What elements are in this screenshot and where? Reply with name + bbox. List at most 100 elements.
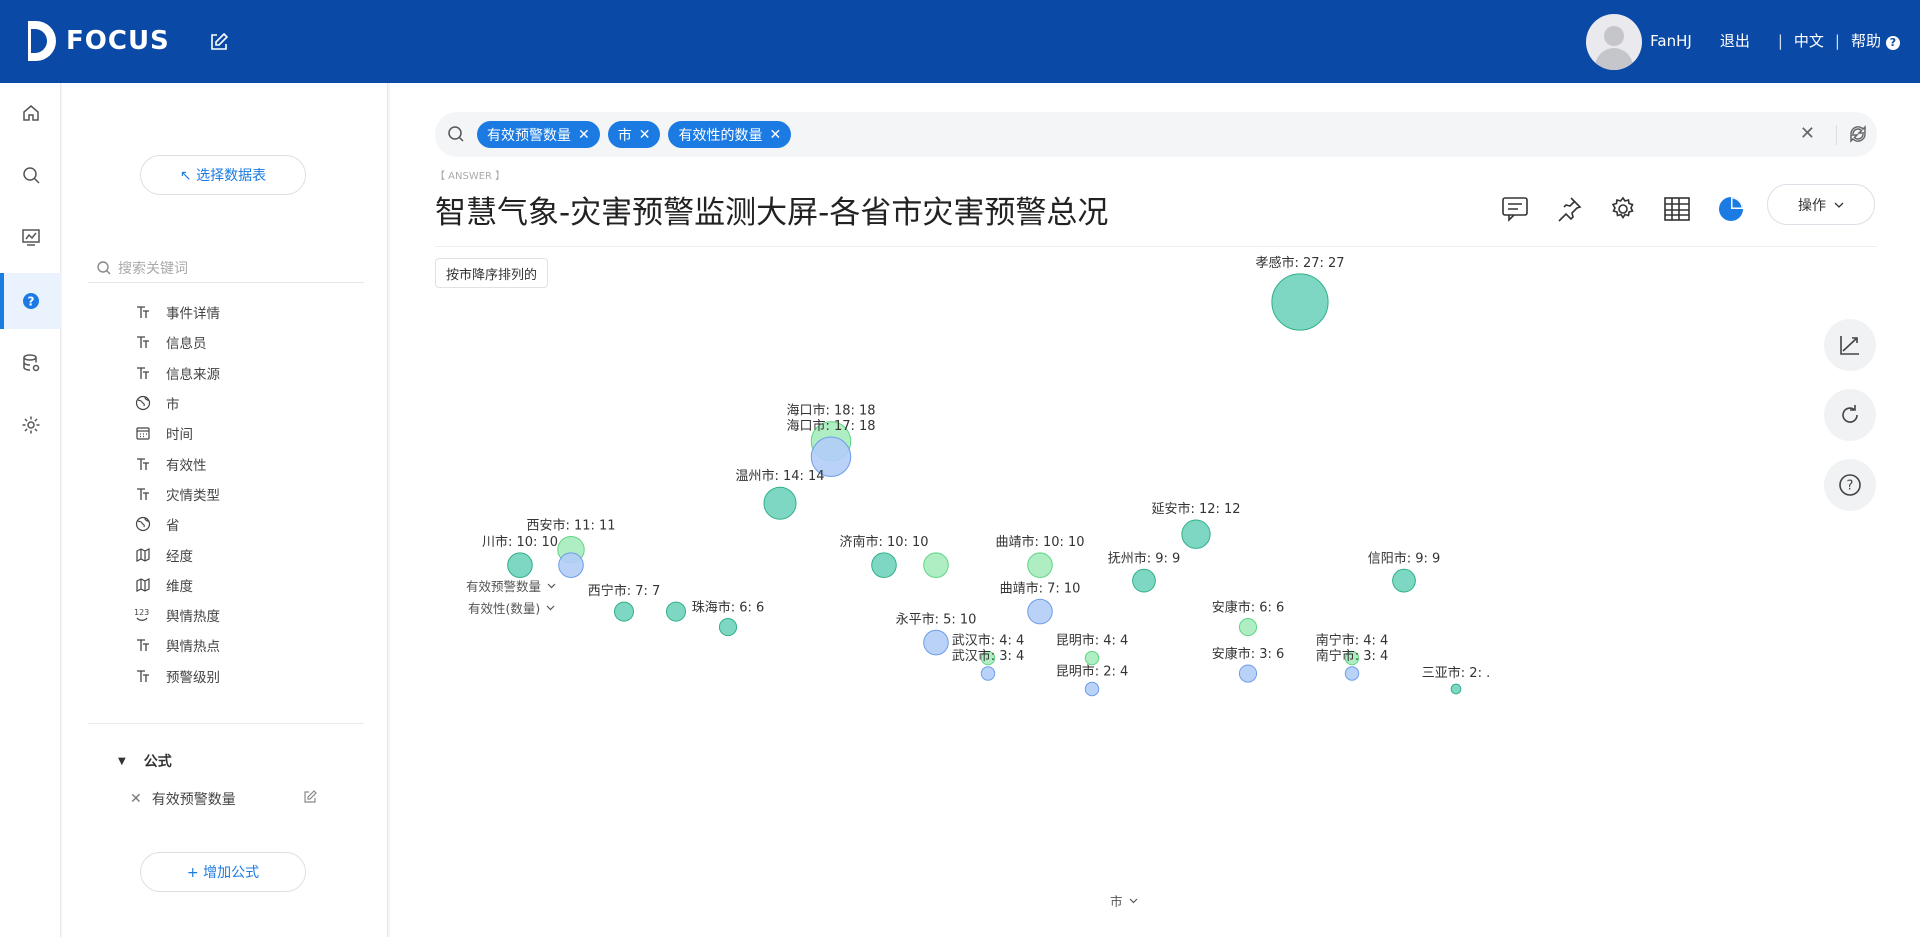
formula-item[interactable]: ✕ 有效预警数量 xyxy=(130,789,390,809)
chevron-down-icon xyxy=(1129,898,1137,903)
data-label: 安康市: 6: 6 xyxy=(1212,600,1285,616)
logo-mark-icon xyxy=(22,21,56,61)
scatter-point[interactable] xyxy=(763,486,797,520)
data-label: 西宁市: 7: 7 xyxy=(588,583,661,599)
nav-question[interactable]: ? xyxy=(0,273,61,329)
scatter-point[interactable] xyxy=(923,552,949,578)
divider xyxy=(88,723,364,724)
field-label: 省 xyxy=(166,518,180,535)
scatter-point[interactable] xyxy=(980,666,996,681)
main-area: 有效预警数量 ✕ 市 ✕ 有效性的数量 ✕ ✕ 【 ANSWER 】 智慧气象-灾害预… xyxy=(390,83,1920,937)
field-label: 维度 xyxy=(166,578,193,595)
scatter-point[interactable] xyxy=(718,618,738,637)
field-item[interactable]: 事件详情 xyxy=(132,305,372,327)
rotate-button[interactable] xyxy=(1824,389,1876,441)
scatter-point[interactable] xyxy=(871,552,897,578)
scatter-point[interactable] xyxy=(923,629,949,656)
scatter-point[interactable] xyxy=(613,601,635,622)
logo-text: FOCUS xyxy=(66,26,170,56)
x-axis-selector[interactable]: 市 xyxy=(1110,891,1138,910)
scatter-point[interactable] xyxy=(1344,666,1360,681)
field-item[interactable]: 信息来源 xyxy=(132,358,372,388)
scatter-point[interactable] xyxy=(1027,552,1053,578)
y-selector[interactable]: 有效性(数量) xyxy=(468,598,555,617)
edit-formula-icon[interactable] xyxy=(302,789,318,809)
field-list: 事件详情信息员信息来源市时间 有效性 灾情类型省经度维度 123 舆情热度舆情热点预警级… xyxy=(132,305,372,781)
text-field-icon xyxy=(132,333,154,351)
help-link[interactable]: 帮助? xyxy=(1851,30,1900,51)
select-table-button[interactable]: ↖ 选择数据表 xyxy=(140,155,306,195)
data-label: 延安市: 12: 12 xyxy=(1151,501,1240,517)
y-selector[interactable]: 有效预警数量 xyxy=(466,576,556,595)
scatter-point[interactable] xyxy=(1392,568,1416,593)
scatter-point[interactable] xyxy=(1271,273,1329,331)
scatter-point[interactable] xyxy=(1450,683,1462,695)
help-label: 帮助 xyxy=(1850,32,1881,50)
field-label: 信息员 xyxy=(166,336,207,353)
add-formula-button[interactable]: + 增加公式 xyxy=(140,852,306,892)
nav-home[interactable] xyxy=(0,85,61,141)
svg-text:?: ? xyxy=(1847,479,1854,494)
field-item[interactable]: 有效性 xyxy=(132,448,372,478)
help-button[interactable]: ? xyxy=(1824,459,1876,511)
edit-icon[interactable] xyxy=(208,31,230,53)
scatter-point[interactable] xyxy=(507,552,533,578)
field-item[interactable]: 123 舆情热度 xyxy=(132,600,372,630)
text-field-icon xyxy=(132,305,154,321)
scatter-point[interactable] xyxy=(1084,681,1100,697)
scatter-point[interactable] xyxy=(1027,598,1053,625)
scatter-point[interactable] xyxy=(1132,568,1156,593)
help-question-icon: ? xyxy=(1886,36,1900,50)
data-label: 永平市: 5: 10 xyxy=(896,611,977,627)
field-item[interactable]: 预警级别 xyxy=(132,661,372,691)
field-item[interactable]: 经度 xyxy=(132,539,372,569)
formula-section-header[interactable]: ▼ 公式 xyxy=(118,751,172,771)
field-item[interactable]: 灾情类型 xyxy=(132,479,372,509)
top-bar: FOCUS FanHJ 退出 | 中文 | 帮助? xyxy=(0,0,1920,83)
remove-icon[interactable]: ✕ xyxy=(130,791,142,807)
nav-search[interactable] xyxy=(0,147,61,203)
field-item[interactable]: 时间 xyxy=(132,418,372,448)
avatar[interactable] xyxy=(1586,14,1642,70)
data-panel: ↖ 选择数据表 搜索关键词 事件详情信息员信息来源市时间 有效性 灾情类型省经度维度… xyxy=(62,83,388,937)
field-item[interactable]: 省 xyxy=(132,509,372,539)
data-label: 安康市: 3: 6 xyxy=(1212,646,1285,662)
scatter-point[interactable] xyxy=(1084,650,1100,666)
logout-link[interactable]: 退出 xyxy=(1720,30,1750,51)
field-label: 市 xyxy=(166,397,180,414)
data-label: 武汉市: 3: 4 xyxy=(952,648,1025,664)
chevron-down-icon xyxy=(547,583,556,588)
scatter-point[interactable] xyxy=(665,601,687,622)
svg-text:123: 123 xyxy=(134,608,149,617)
nav-settings[interactable] xyxy=(0,397,61,453)
field-label: 舆情热点 xyxy=(166,639,220,656)
geo-field-icon xyxy=(132,515,154,533)
y-selector-label: 有效性(数量) xyxy=(468,601,541,616)
scatter-point[interactable] xyxy=(1181,519,1211,549)
data-label: 济南市: 10: 10 xyxy=(839,534,928,550)
focus-logo[interactable]: FOCUS xyxy=(22,20,170,62)
scatter-point[interactable] xyxy=(1238,618,1258,637)
scatter-point[interactable] xyxy=(1238,664,1258,683)
collapse-triangle-icon: ▼ xyxy=(118,755,126,767)
nav-dashboard[interactable] xyxy=(0,209,61,265)
field-item[interactable]: 市 xyxy=(132,388,372,418)
field-item[interactable]: 信息员 xyxy=(132,327,372,357)
separator: | xyxy=(1777,31,1783,50)
formula-header-label: 公式 xyxy=(143,754,172,770)
username[interactable]: FanHJ xyxy=(1650,32,1692,50)
language-link[interactable]: 中文 xyxy=(1794,30,1824,51)
field-label: 舆情热度 xyxy=(166,609,220,626)
keyword-search-input[interactable]: 搜索关键词 xyxy=(88,253,364,283)
field-item[interactable]: 维度 xyxy=(132,570,372,600)
field-item[interactable]: 舆情热点 xyxy=(132,630,372,660)
text-field-icon xyxy=(132,667,154,685)
data-label: 昆明市: 2: 4 xyxy=(1056,663,1129,679)
data-label: 抚州市: 9: 9 xyxy=(1108,550,1181,566)
geo-map-field-icon xyxy=(132,546,154,564)
axis-settings-button[interactable] xyxy=(1824,319,1876,371)
settings-icon xyxy=(22,416,39,434)
field-label: 事件详情 xyxy=(166,306,220,323)
scatter-point[interactable] xyxy=(558,552,584,578)
nav-database[interactable] xyxy=(0,335,61,391)
